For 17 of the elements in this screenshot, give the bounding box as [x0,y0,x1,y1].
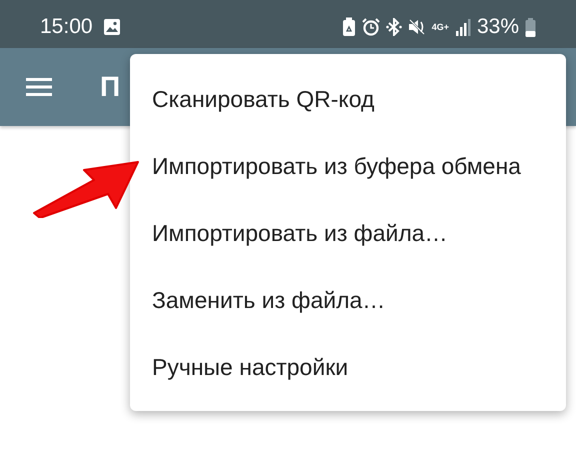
signal-icon [454,18,471,36]
alarm-icon [362,18,380,36]
app-title: П [100,71,120,103]
menu-item[interactable]: Импортировать из буфера обмена [130,133,566,200]
clock-time: 15:00 [40,15,93,39]
battery-icon [525,18,536,36]
mute-icon [408,18,426,36]
menu-icon[interactable] [26,78,52,96]
network-type-label: 4G+ [432,22,449,32]
menu-item[interactable]: Импортировать из файла… [130,200,566,267]
menu-item[interactable]: Заменить из файла… [130,267,566,334]
arrow-icon [32,158,142,218]
menu-item[interactable]: Сканировать QR-код [130,66,566,133]
image-icon [102,18,121,36]
menu-item[interactable]: Ручные настройки [130,334,566,401]
bluetooth-icon [386,18,402,36]
battery-percent: 33% [476,15,519,39]
